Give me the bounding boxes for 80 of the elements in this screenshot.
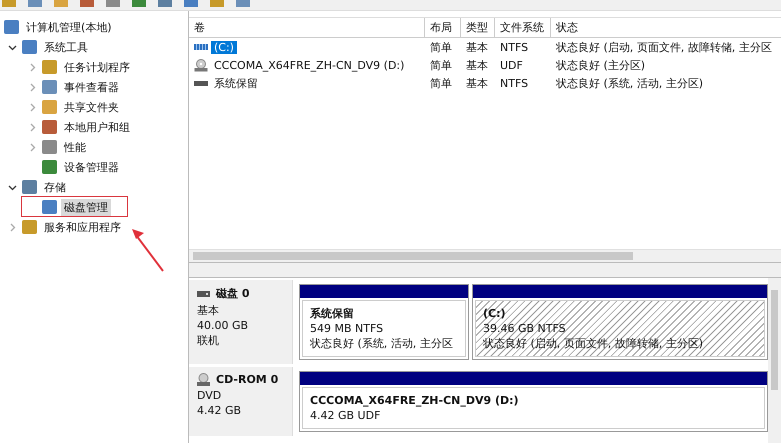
drive-icon [194, 80, 208, 86]
caret-icon[interactable] [8, 42, 16, 52]
node-icon [42, 100, 57, 114]
toolbar-icon[interactable] [158, 0, 172, 7]
partition-detail: 39.46 GB NTFS [483, 321, 567, 336]
column-header[interactable]: 文件系统 [495, 18, 551, 37]
tree-item[interactable]: 任务计划程序 [61, 58, 133, 76]
tree-item[interactable]: 本地用户和组 [61, 118, 133, 136]
table-cell: 简单 [430, 76, 452, 90]
tree-item[interactable]: 系统工具 [41, 38, 91, 56]
disk-detail: 4.42 GB [197, 403, 242, 418]
node-icon [22, 180, 37, 194]
toolbar-icon[interactable] [132, 0, 146, 7]
table-cell: 简单 [430, 58, 452, 72]
toolbar-icon[interactable] [28, 0, 42, 7]
disc-drive-icon [197, 373, 210, 386]
computer-icon [4, 20, 19, 34]
table-cell: 基本 [466, 40, 488, 54]
partition-detail: 549 MB NTFS [310, 321, 384, 336]
tree-item[interactable]: 磁盘管理 [61, 198, 111, 216]
splitter-bar[interactable] [189, 262, 781, 278]
node-icon [42, 60, 57, 74]
partition-title: (C:) [483, 306, 507, 321]
tree-item[interactable]: 服务和应用程序 [41, 218, 124, 236]
tree-item[interactable]: 存储 [41, 178, 69, 196]
table-cell: NTFS [500, 76, 528, 90]
partition-block[interactable]: CCCOMA_X64FRE_ZH-CN_DV9 (D:) 4.42 GB UDF [299, 371, 768, 432]
toolbar-icon[interactable] [54, 0, 68, 7]
table-cell: 基本 [466, 76, 488, 90]
table-cell: 状态良好 (主分区) [556, 58, 646, 72]
caret-icon[interactable] [8, 182, 16, 192]
disk-detail: 联机 [197, 333, 220, 348]
annotation-arrow [130, 227, 166, 273]
node-icon [22, 40, 37, 54]
volume-name[interactable]: (C:) [211, 40, 237, 54]
partition-detail: 状态良好 (启动, 页面文件, 故障转储, 主分区) [483, 336, 704, 351]
toolbar-icon[interactable] [106, 0, 120, 7]
node-icon [42, 120, 57, 134]
toolbar-icon[interactable] [236, 0, 250, 7]
vertical-scrollbar[interactable] [768, 278, 781, 443]
column-header[interactable]: 状态 [551, 18, 781, 37]
volume-name[interactable]: 系统保留 [211, 76, 261, 90]
partition-title: 系统保留 [310, 306, 355, 321]
disk-name: 磁盘 0 [216, 286, 250, 301]
table-cell: 基本 [466, 58, 488, 72]
tree-item[interactable]: 事件查看器 [61, 78, 122, 96]
partition-block[interactable]: 系统保留 549 MB NTFS 状态良好 (系统, 活动, 主分区 [299, 284, 469, 360]
disk-detail: DVD [197, 388, 222, 403]
drive-icon [194, 44, 208, 50]
table-cell: 状态良好 (启动, 页面文件, 故障转储, 主分区 [556, 40, 772, 54]
node-icon [22, 220, 37, 234]
node-icon [42, 160, 57, 174]
node-icon [42, 200, 57, 214]
column-header[interactable]: 布局 [425, 18, 461, 37]
tree-item[interactable]: 共享文件夹 [61, 98, 122, 116]
column-header[interactable]: 卷 [189, 18, 425, 37]
tree-item[interactable]: 性能 [61, 138, 89, 156]
disc-drive-icon [194, 58, 208, 72]
partition-detail: 4.42 GB UDF [310, 408, 382, 423]
toolbar-icon[interactable] [210, 0, 224, 7]
table-cell: UDF [500, 58, 523, 72]
horizontal-scrollbar[interactable] [189, 249, 781, 262]
column-header[interactable]: 类型 [461, 18, 495, 37]
tree-item[interactable]: 计算机管理(本地) [23, 18, 115, 36]
disk-name: CD-ROM 0 [216, 373, 278, 386]
toolbar-icon[interactable] [80, 0, 94, 7]
table-cell: 状态良好 (系统, 活动, 主分区) [556, 76, 704, 90]
partition-block[interactable]: (C:) 39.46 GB NTFS 状态良好 (启动, 页面文件, 故障转储, 主分区) [472, 284, 768, 360]
volume-name[interactable]: CCCOMA_X64FRE_ZH-CN_DV9 (D:) [211, 58, 408, 72]
node-icon [42, 80, 57, 94]
table-cell: NTFS [500, 40, 528, 54]
toolbar-icon[interactable] [2, 0, 16, 7]
tree-item[interactable]: 设备管理器 [61, 158, 122, 176]
node-icon [42, 140, 57, 154]
disk-detail: 40.00 GB [197, 318, 250, 333]
toolbar-icon[interactable] [184, 0, 198, 7]
partition-detail: 状态良好 (系统, 活动, 主分区 [310, 336, 454, 351]
disk-detail: 基本 [197, 303, 220, 318]
partition-title: CCCOMA_X64FRE_ZH-CN_DV9 (D:) [310, 393, 520, 408]
table-cell: 简单 [430, 40, 452, 54]
